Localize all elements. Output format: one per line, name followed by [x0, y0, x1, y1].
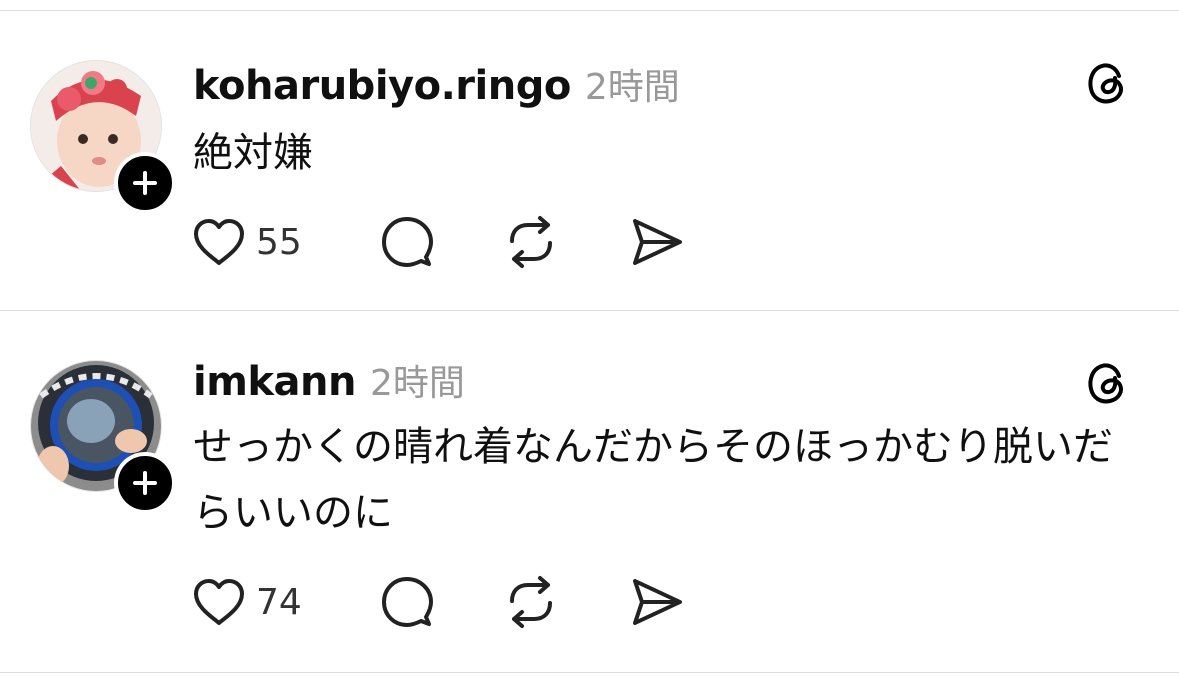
post-header: koharubiyo.ringo 2時間	[193, 58, 680, 110]
like-button[interactable]: 74	[192, 574, 302, 630]
post-item: koharubiyo.ringo 2時間 絶対嫌 55	[0, 0, 1179, 310]
like-button[interactable]: 55	[192, 214, 302, 270]
username[interactable]: koharubiyo.ringo	[193, 63, 571, 109]
like-count: 74	[256, 581, 302, 623]
follow-button[interactable]	[114, 152, 176, 214]
send-icon	[633, 579, 682, 625]
timestamp: 2時間	[584, 67, 680, 108]
plus-icon	[133, 471, 157, 495]
repost-button[interactable]	[504, 574, 558, 630]
threads-reply-feed: koharubiyo.ringo 2時間 絶対嫌 55 imkann 2時間 せ…	[0, 0, 1179, 690]
post-text: せっかくの晴れ着なんだからそのほっかむり脱いだらいいのに	[193, 424, 1113, 536]
post-header: imkann 2時間	[193, 354, 465, 406]
reply-button[interactable]	[380, 574, 434, 630]
repost-button[interactable]	[504, 214, 558, 270]
send-icon	[633, 219, 682, 265]
like-count: 55	[256, 221, 302, 263]
timestamp: 2時間	[369, 363, 465, 404]
heart-icon	[194, 579, 244, 625]
avatar-container	[30, 360, 176, 514]
repost-icon	[510, 576, 552, 628]
share-button[interactable]	[630, 574, 684, 630]
username[interactable]: imkann	[193, 359, 356, 405]
plus-icon	[133, 171, 157, 195]
follow-button[interactable]	[114, 452, 176, 514]
heart-icon	[194, 219, 244, 265]
share-button[interactable]	[630, 214, 684, 270]
avatar-container	[30, 60, 176, 214]
comment-icon	[382, 217, 433, 267]
threads-icon[interactable]	[1082, 358, 1132, 408]
post-item: imkann 2時間 せっかくの晴れ着なんだからそのほっかむり脱いだらいいのに …	[0, 310, 1179, 672]
bottom-divider	[0, 672, 1179, 673]
repost-icon	[510, 216, 552, 268]
comment-icon	[382, 577, 433, 627]
threads-icon[interactable]	[1082, 58, 1132, 108]
post-text: 絶対嫌	[193, 130, 313, 176]
reply-button[interactable]	[380, 214, 434, 270]
